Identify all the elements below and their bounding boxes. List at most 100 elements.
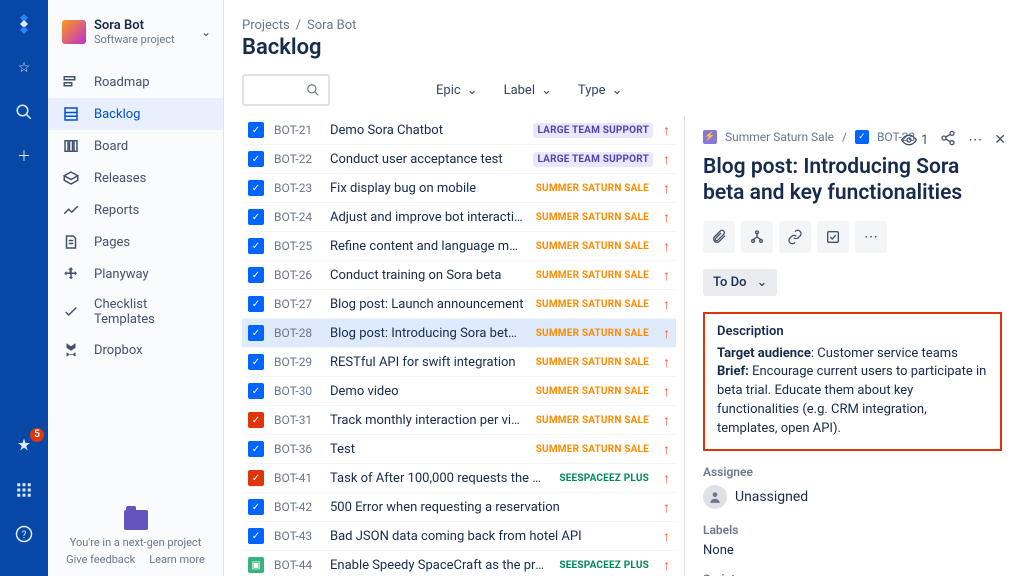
priority-icon: ↑ — [663, 383, 670, 400]
issue-summary: Demo video — [330, 384, 532, 399]
priority-icon: ↑ — [663, 238, 670, 255]
issue-key: BOT-27 — [274, 297, 320, 311]
chevron-down-icon: ⌄ — [467, 83, 478, 98]
add-child-button[interactable] — [741, 221, 773, 253]
chevron-down-icon: ⌄ — [541, 83, 552, 98]
issue-key: BOT-24 — [274, 210, 320, 224]
epic-filter[interactable]: Epic⌄ — [434, 79, 480, 102]
issue-row[interactable]: ✓BOT-41Task of After 100,000 requests th… — [242, 464, 676, 493]
priority-icon: ↑ — [663, 325, 670, 342]
share-icon[interactable] — [940, 130, 956, 150]
issue-row[interactable]: ✓BOT-29RESTful API for swift integration… — [242, 348, 676, 377]
search-input[interactable] — [242, 74, 330, 106]
issue-row[interactable]: ✓BOT-28Blog post: Introducing Sora beta … — [242, 319, 676, 348]
create-icon[interactable]: ＋ — [12, 144, 36, 168]
assignee-field[interactable]: Unassigned — [703, 485, 1002, 509]
issue-title[interactable]: Blog post: Introducing Sora beta and key… — [703, 154, 1002, 207]
priority-icon: ↑ — [663, 470, 670, 487]
watch-button[interactable]: 1 — [901, 132, 928, 148]
project-type: Software project — [94, 33, 201, 46]
labels-field[interactable]: None — [703, 543, 1002, 558]
issue-type-icon: ✓ — [248, 528, 264, 544]
close-icon[interactable]: ✕ — [994, 132, 1006, 148]
breadcrumb-root[interactable]: Projects — [242, 18, 290, 33]
issue-row[interactable]: ✓BOT-26Conduct training on Sora betaSUMM… — [242, 261, 676, 290]
breadcrumb-project[interactable]: Sora Bot — [307, 18, 356, 33]
issue-row[interactable]: ✓BOT-22Conduct user acceptance testLARGE… — [242, 145, 676, 174]
sidebar-icon — [62, 137, 80, 155]
priority-icon: ↑ — [663, 122, 670, 139]
project-name: Sora Bot — [94, 18, 201, 33]
issue-summary: Blog post: Introducing Sora beta a... — [330, 326, 532, 341]
type-filter[interactable]: Type⌄ — [576, 79, 625, 102]
label-filter[interactable]: Label⌄ — [502, 79, 554, 102]
status-dropdown[interactable]: To Do⌄ — [703, 269, 777, 296]
backlog-list[interactable]: ✓BOT-21Demo Sora ChatbotLARGE TEAM SUPPO… — [224, 116, 684, 576]
issue-key: BOT-23 — [274, 181, 320, 195]
issue-row[interactable]: ✓BOT-27Blog post: Launch announcementSUM… — [242, 290, 676, 319]
issue-summary: Fix display bug on mobile — [330, 181, 532, 196]
sidebar-item-label: Backlog — [94, 107, 140, 122]
issue-detail-panel: ⚡ Summer Saturn Sale / ✓ BOT-28 1 ⋯ ✕ Bl… — [684, 116, 1024, 576]
search-icon[interactable] — [12, 100, 36, 124]
issue-row[interactable]: ✓BOT-36TestSUMMER SATURN SALE↑ — [242, 435, 676, 464]
give-feedback-link[interactable]: Give feedback — [66, 553, 135, 566]
sidebar-item-releases[interactable]: Releases — [48, 162, 223, 194]
filter-bar: Epic⌄ Label⌄ Type⌄ — [224, 70, 1024, 116]
sidebar-item-backlog[interactable]: Backlog — [48, 98, 223, 130]
star-icon[interactable]: ☆ — [12, 56, 36, 80]
issue-key: BOT-22 — [274, 152, 320, 166]
project-header[interactable]: Sora Bot Software project ⌄ — [48, 0, 223, 60]
learn-more-link[interactable]: Learn more — [149, 553, 205, 566]
issue-row[interactable]: ▣BOT-44Enable Speedy SpaceCraft as the p… — [242, 551, 676, 576]
attach-button[interactable] — [703, 221, 735, 253]
sidebar-item-planyway[interactable]: Planyway — [48, 258, 223, 290]
priority-icon: ↑ — [663, 267, 670, 284]
issue-row[interactable]: ✓BOT-30Demo videoSUMMER SATURN SALE↑ — [242, 377, 676, 406]
breadcrumb: Projects/Sora Bot — [224, 0, 1024, 33]
avatar-icon — [703, 485, 727, 509]
priority-icon: ↑ — [663, 354, 670, 371]
issue-row[interactable]: ✓BOT-42500 Error when requesting a reser… — [242, 493, 676, 522]
sidebar-item-reports[interactable]: Reports — [48, 194, 223, 226]
issue-row[interactable]: ✓BOT-43Bad JSON data coming back from ho… — [242, 522, 676, 551]
sidebar-item-dropbox[interactable]: Dropbox — [48, 334, 223, 366]
issue-summary: Refine content and language model — [330, 239, 532, 254]
chevron-down-icon[interactable]: ⌄ — [201, 25, 215, 39]
sidebar-item-board[interactable]: Board — [48, 130, 223, 162]
epic-tag: SUMMER SATURN SALE — [532, 268, 653, 283]
sidebar-item-checklist-templates[interactable]: Checklist Templates — [48, 290, 223, 334]
sidebar-icon — [62, 105, 80, 123]
issue-type-icon: ✓ — [248, 151, 264, 167]
issue-key: BOT-36 — [274, 442, 320, 456]
issue-row[interactable]: ✓BOT-23Fix display bug on mobileSUMMER S… — [242, 174, 676, 203]
sidebar-item-label: Checklist Templates — [94, 297, 209, 327]
jira-logo[interactable] — [12, 12, 36, 36]
issue-row[interactable]: ✓BOT-25Refine content and language model… — [242, 232, 676, 261]
issue-type-icon: ✓ — [248, 296, 264, 312]
sidebar-item-pages[interactable]: Pages — [48, 226, 223, 258]
more-icon[interactable]: ⋯ — [968, 132, 982, 148]
notifications-icon[interactable]: 5 — [12, 434, 36, 458]
issue-type-icon: ✓ — [248, 499, 264, 515]
issue-row[interactable]: ✓BOT-24Adjust and improve bot interactio… — [242, 203, 676, 232]
issue-key: BOT-21 — [274, 123, 320, 137]
issue-row[interactable]: ✓BOT-31Track monthly interaction per vis… — [242, 406, 676, 435]
description-section[interactable]: Description Target audience: Customer se… — [703, 312, 1002, 451]
detail-epic-link[interactable]: Summer Saturn Sale — [725, 130, 834, 144]
issue-key: BOT-28 — [274, 326, 320, 340]
link-button[interactable] — [779, 221, 811, 253]
checkbox-button[interactable] — [817, 221, 849, 253]
sidebar-icon — [62, 233, 80, 251]
sidebar-item-label: Pages — [94, 235, 130, 250]
sidebar-item-roadmap[interactable]: Roadmap — [48, 66, 223, 98]
issue-summary: Demo Sora Chatbot — [330, 123, 533, 138]
sidebar-icon — [62, 201, 80, 219]
app-switcher-icon[interactable] — [12, 478, 36, 502]
help-icon[interactable]: ? — [12, 522, 36, 546]
issue-key: BOT-25 — [274, 239, 320, 253]
epic-tag: SUMMER SATURN SALE — [532, 384, 653, 399]
issue-type-icon: ✓ — [248, 412, 264, 428]
issue-row[interactable]: ✓BOT-21Demo Sora ChatbotLARGE TEAM SUPPO… — [242, 116, 676, 145]
more-actions-button[interactable]: ⋯ — [855, 221, 887, 253]
